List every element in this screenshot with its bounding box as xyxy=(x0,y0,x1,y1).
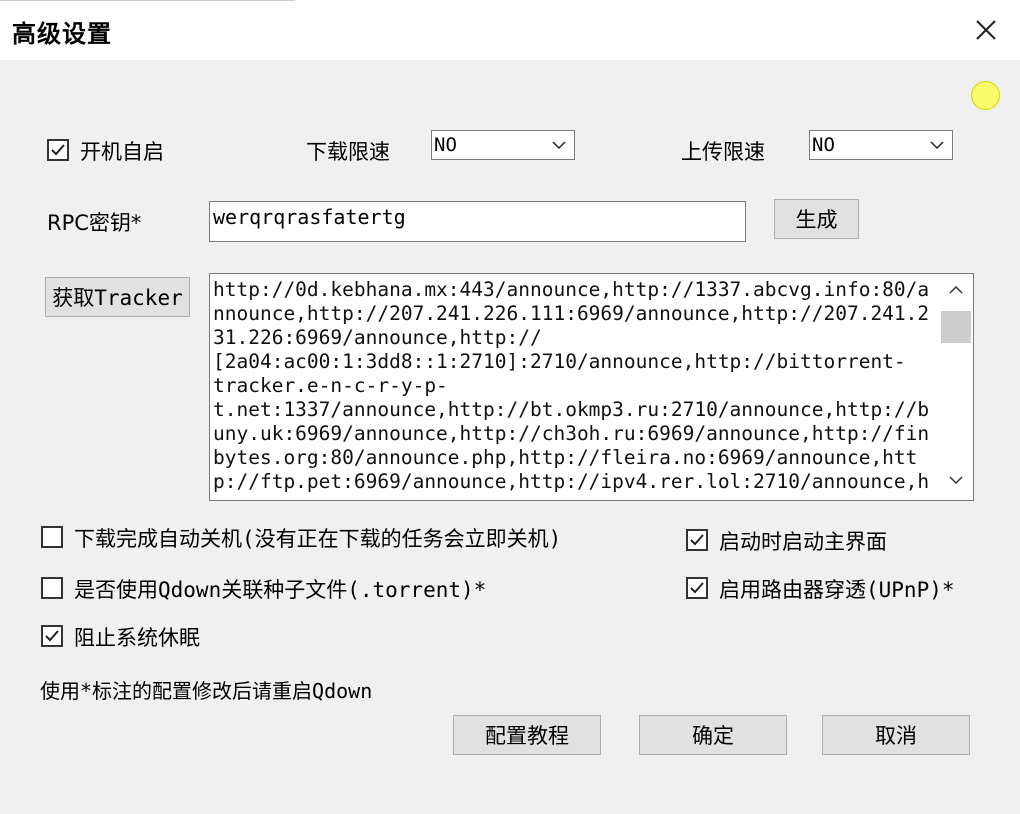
chevron-down-icon xyxy=(552,141,566,150)
upload-limit-label: 上传限速 xyxy=(681,140,765,164)
auto-shutdown-checkbox[interactable] xyxy=(41,526,63,548)
tracker-textarea[interactable]: http://0d.kebhana.mx:443/announce,http:/… xyxy=(209,273,974,501)
window-title: 高级设置 xyxy=(12,20,112,48)
status-indicator xyxy=(971,81,1000,110)
associate-torrent-checkbox[interactable] xyxy=(41,577,63,599)
restart-note: 使用*标注的配置修改后请重启Qdown xyxy=(40,679,373,703)
fetch-tracker-button[interactable]: 获取Tracker xyxy=(45,277,190,317)
title-bar-topline xyxy=(0,0,295,1)
associate-torrent-label[interactable]: 是否使用Qdown关联种子文件(.torrent)* xyxy=(74,574,486,604)
chevron-down-icon xyxy=(930,141,944,150)
rpc-key-label: RPC密钥* xyxy=(47,211,142,235)
upload-limit-value: NO xyxy=(812,134,835,156)
tracker-scrollbar[interactable] xyxy=(939,274,973,500)
prevent-sleep-checkbox[interactable] xyxy=(41,625,63,647)
tutorial-button[interactable]: 配置教程 xyxy=(453,715,601,755)
rpc-key-value: werqrqrasfatertg xyxy=(213,205,406,229)
rpc-key-input[interactable]: werqrqrasfatertg xyxy=(209,201,746,242)
close-icon[interactable] xyxy=(966,10,1006,50)
ok-button[interactable]: 确定 xyxy=(639,715,787,755)
scrollbar-thumb[interactable] xyxy=(941,311,971,343)
show-main-label[interactable]: 启动时启动主界面 xyxy=(719,526,887,556)
autostart-label[interactable]: 开机自启 xyxy=(80,136,164,166)
close-button[interactable] xyxy=(966,10,1006,50)
upload-limit-select[interactable]: NO xyxy=(809,130,953,160)
generate-button[interactable]: 生成 xyxy=(774,199,859,239)
download-limit-value: NO xyxy=(434,134,457,156)
prevent-sleep-label[interactable]: 阻止系统休眠 xyxy=(74,622,200,652)
tracker-text[interactable]: http://0d.kebhana.mx:443/announce,http:/… xyxy=(213,278,935,497)
check-icon xyxy=(690,582,704,594)
scroll-up-icon[interactable] xyxy=(947,284,965,296)
check-icon xyxy=(690,534,704,546)
title-bar: 高级设置 xyxy=(0,0,1020,60)
download-limit-label: 下载限速 xyxy=(306,140,390,164)
upnp-checkbox[interactable] xyxy=(686,577,708,599)
check-icon xyxy=(51,144,65,156)
autostart-checkbox[interactable] xyxy=(47,139,69,161)
check-icon xyxy=(45,630,59,642)
cancel-button[interactable]: 取消 xyxy=(822,715,970,755)
upnp-label[interactable]: 启用路由器穿透(UPnP)* xyxy=(719,574,955,604)
show-main-checkbox[interactable] xyxy=(686,529,708,551)
auto-shutdown-label[interactable]: 下载完成自动关机(没有正在下载的任务会立即关机) xyxy=(74,523,561,553)
scroll-down-icon[interactable] xyxy=(947,474,965,486)
download-limit-select[interactable]: NO xyxy=(431,130,575,160)
